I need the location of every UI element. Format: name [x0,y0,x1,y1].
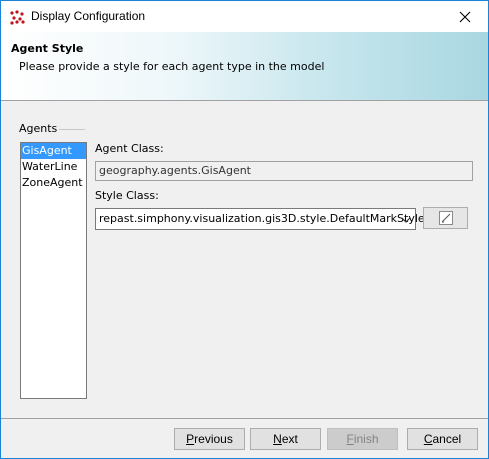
agent-class-label: Agent Class: [95,142,164,155]
banner-title: Agent Style [11,42,84,55]
style-class-select[interactable]: repast.simphony.visualization.gis3D.styl… [95,208,425,230]
list-item-zoneagent[interactable]: ZoneAgent [21,175,86,191]
agents-group-label: Agents [19,122,58,135]
finish-mnemonic: F [346,432,354,446]
next-button[interactable]: Next [250,428,321,450]
cancel-button[interactable]: Cancel [407,428,478,450]
close-icon [459,11,471,22]
banner-subtitle: Please provide a style for each agent ty… [19,60,325,73]
next-mnemonic: N [273,432,282,446]
previous-mnemonic: P [186,432,195,446]
style-class-value: repast.simphony.visualization.gis3D.styl… [99,212,425,225]
close-button[interactable] [442,1,488,32]
previous-label-rest: revious [194,432,233,446]
footer-divider [1,418,488,419]
cancel-label-rest: ancel [432,432,462,446]
agent-type-list[interactable]: GisAgent WaterLine ZoneAgent [20,142,87,399]
title-bar[interactable]: Display Configuration [1,1,488,32]
pencil-edit-icon [438,211,453,225]
style-class-label: Style Class: [95,189,159,202]
list-item-gisagent[interactable]: GisAgent [21,143,86,159]
next-label-rest: ext [281,432,298,446]
display-configuration-dialog: Display Configuration Agent Style Please… [0,0,489,459]
previous-button[interactable]: Previous [174,428,245,450]
chevron-down-icon [401,217,411,223]
app-icon [10,10,25,25]
edit-style-button[interactable] [423,207,468,229]
agent-class-field: geography.agents.GisAgent [95,161,473,181]
finish-label-rest: inish [353,432,379,446]
window-title: Display Configuration [31,9,146,23]
finish-button[interactable]: Finish [327,428,398,450]
header-banner: Agent Style Please provide a style for e… [1,32,488,101]
agents-group-divider [59,129,85,130]
list-item-waterline[interactable]: WaterLine [21,159,86,175]
